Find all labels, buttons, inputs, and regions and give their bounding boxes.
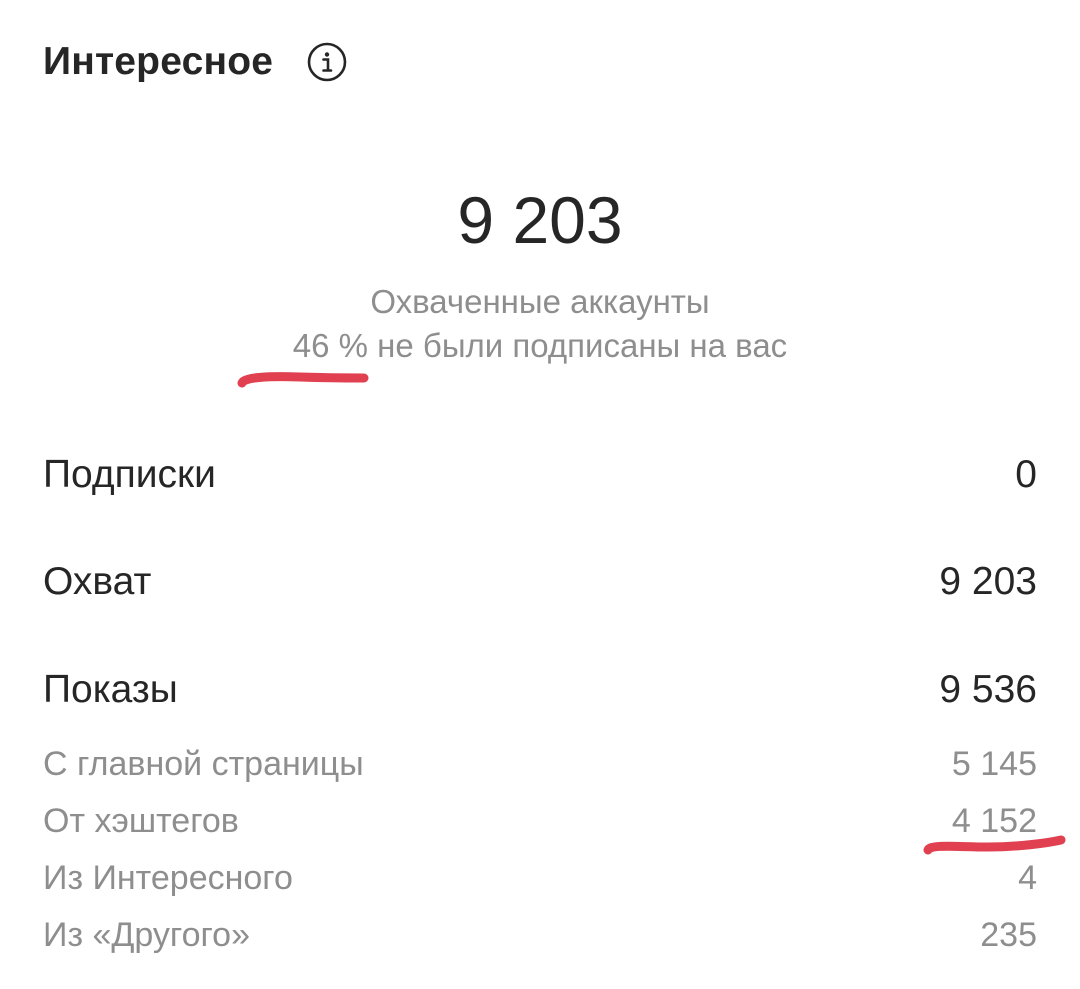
source-label: С главной страницы — [43, 744, 364, 783]
reach-summary: 9 203 Охваченные аккаунты 46 % не были п… — [0, 180, 1080, 368]
metric-row-follows: Подписки 0 — [43, 450, 1037, 500]
metric-value: 9 203 — [939, 560, 1037, 603]
source-value: 4 — [1018, 858, 1037, 897]
non-followers-percent: 46 % не были подписаны на вас — [292, 327, 788, 364]
metric-label: Подписки — [43, 453, 216, 496]
metric-label: Охват — [43, 560, 152, 603]
section-header: Интересное — [43, 40, 347, 84]
metric-row-impressions: Показы 9 536 — [43, 665, 1037, 715]
info-circle-icon — [307, 42, 347, 82]
source-label: Из «Другого» — [43, 915, 250, 954]
impressions-source-row: От хэштегов 4 152 — [43, 799, 1037, 843]
metric-value: 0 — [1015, 453, 1037, 496]
info-button[interactable] — [307, 42, 347, 82]
accounts-reached-value: 9 203 — [457, 183, 623, 257]
source-label: Из Интересного — [43, 858, 293, 897]
source-label: От хэштегов — [43, 801, 239, 840]
metric-value: 9 536 — [939, 668, 1037, 711]
source-value: 5 145 — [951, 744, 1037, 783]
metric-label: Показы — [43, 668, 178, 711]
metric-row-reach: Охват 9 203 — [43, 557, 1037, 607]
source-value: 4 152 — [951, 801, 1037, 840]
source-value: 235 — [980, 915, 1037, 954]
impressions-source-row: Из Интересного 4 — [43, 856, 1037, 900]
section-title: Интересное — [43, 40, 274, 83]
impressions-source-row: С главной страницы 5 145 — [43, 742, 1037, 786]
accounts-reached-label: Охваченные аккаунты — [370, 283, 710, 320]
impressions-source-row: Из «Другого» 235 — [43, 913, 1037, 957]
highlight-stroke-percent — [237, 372, 369, 388]
